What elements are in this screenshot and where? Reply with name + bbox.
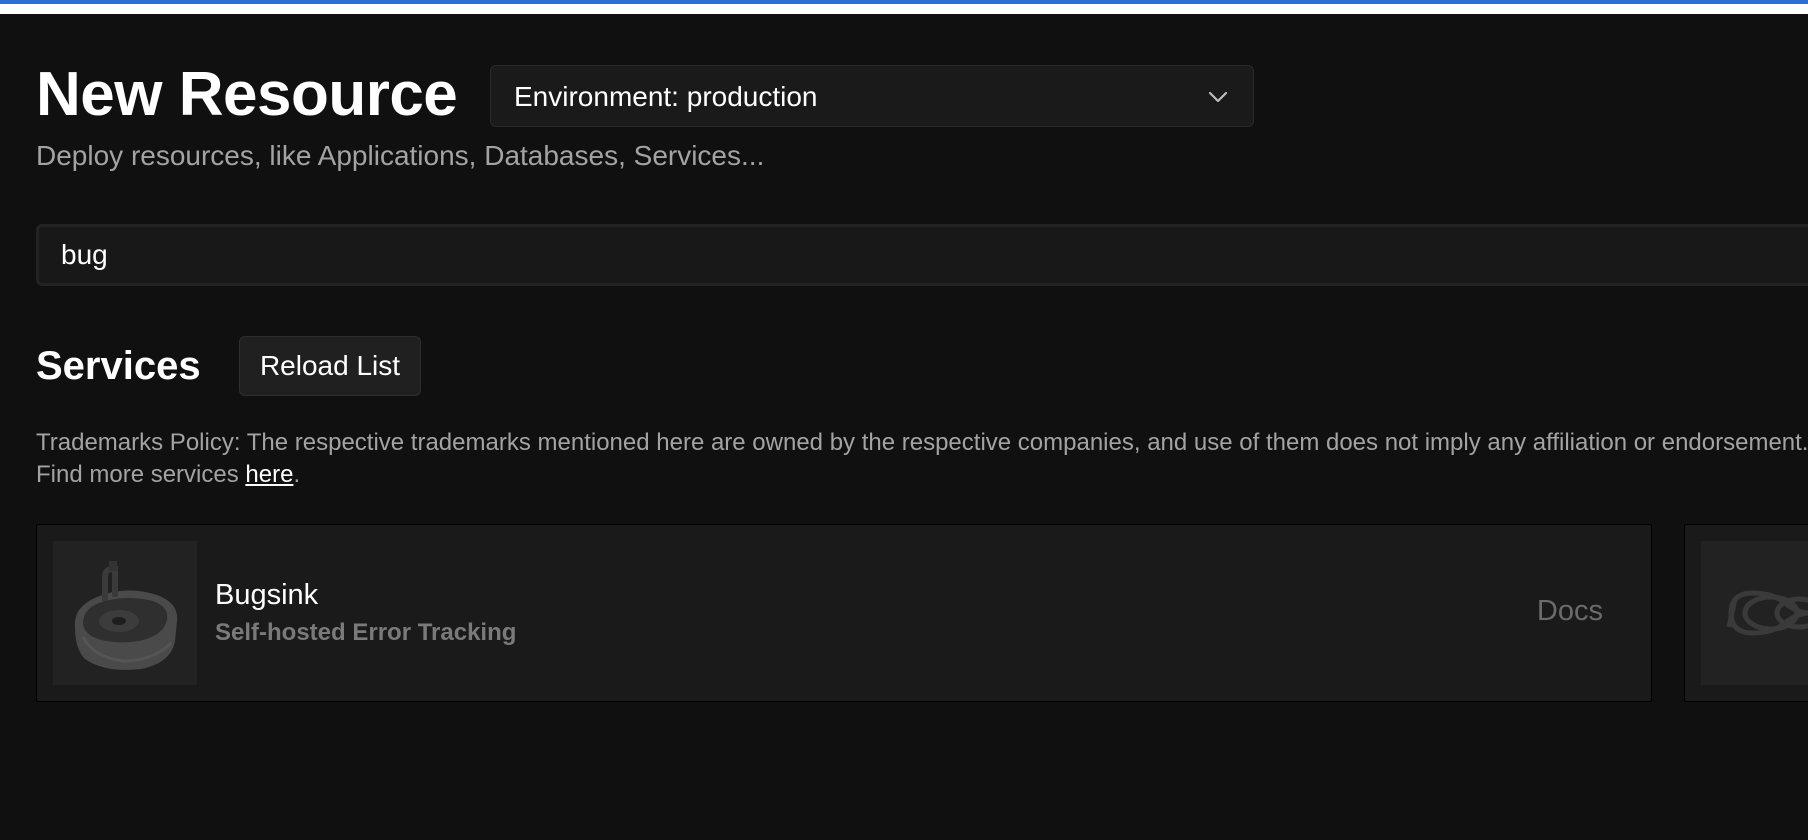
- service-name: Bugsink: [215, 579, 319, 611]
- services-heading: Services: [36, 344, 201, 388]
- reload-list-button[interactable]: Reload List: [239, 336, 421, 396]
- service-description: Self-hosted Error Tracking: [215, 619, 517, 646]
- environment-select-label: Environment: production: [514, 81, 818, 112]
- search-box: [36, 224, 1808, 286]
- search-input[interactable]: [39, 227, 1808, 283]
- page-title: New Resource: [36, 60, 458, 129]
- top-progress-bar: [0, 0, 1808, 14]
- top-progress-fill: [0, 0, 1808, 4]
- bugsink-sink-logo-icon: [53, 541, 197, 685]
- knot-logo-icon: [1701, 541, 1808, 685]
- page-subtitle: Deploy resources, like Applications, Dat…: [36, 140, 765, 171]
- find-more-prefix: Find more services: [36, 461, 246, 488]
- trademarks-policy: Trademarks Policy: The respective tradem…: [36, 427, 1808, 491]
- trademarks-policy-text: Trademarks Policy: The respective tradem…: [36, 429, 1808, 456]
- service-card-bugsink[interactable]: Bugsink Self-hosted Error Tracking Docs: [36, 524, 1652, 702]
- find-more-suffix: .: [293, 461, 301, 488]
- find-more-services: Find more services here.: [36, 459, 1808, 491]
- environment-select[interactable]: Environment: production: [490, 65, 1254, 127]
- service-card-partial[interactable]: [1684, 524, 1808, 702]
- chevron-down-icon: [1207, 86, 1229, 108]
- page: New Resource Environment: production Dep…: [0, 14, 1808, 840]
- find-more-link[interactable]: here: [245, 461, 293, 488]
- docs-link[interactable]: Docs: [1537, 595, 1603, 628]
